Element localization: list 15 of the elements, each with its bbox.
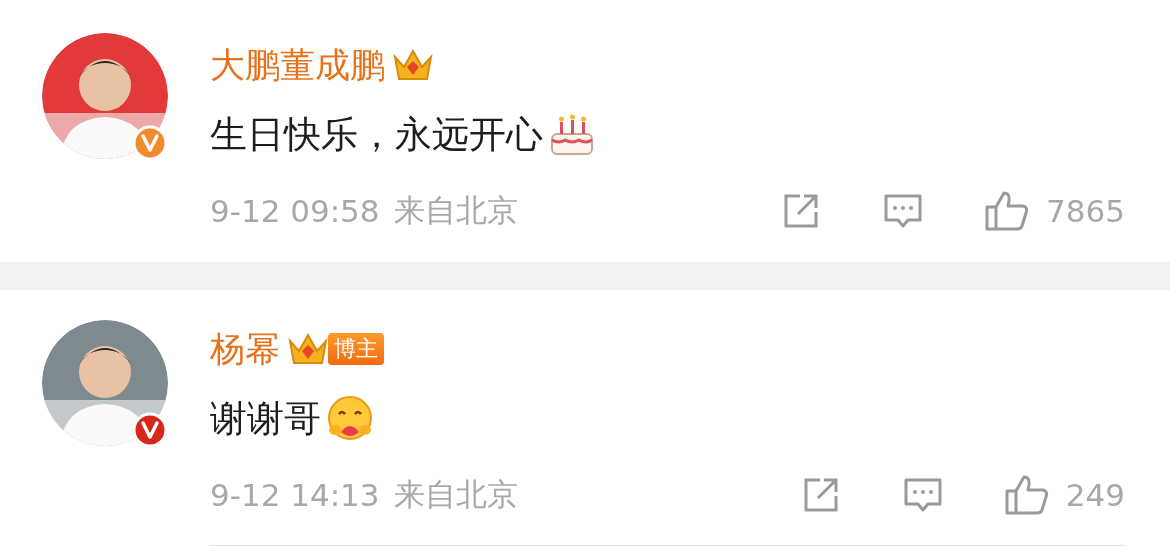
user-name[interactable]: 杨幂: [210, 328, 280, 370]
comment-time: 9-12 14:13: [210, 477, 380, 513]
verified-badge-icon: [132, 125, 168, 161]
comment-time: 9-12 09:58: [210, 193, 380, 229]
like-icon[interactable]: [984, 189, 1031, 233]
comment-text: 谢谢哥: [210, 396, 321, 442]
like-icon[interactable]: [1003, 473, 1050, 517]
comment-location: 来自北京: [393, 475, 518, 514]
like-count: 7865: [1046, 193, 1125, 229]
comment-location: 来自北京: [393, 191, 518, 230]
comment-text: 生日快乐，永远开心: [210, 112, 543, 158]
blogger-badge: 博主: [328, 333, 384, 365]
user-name[interactable]: 大鹏董成鹏: [210, 44, 385, 86]
like-count: 249: [1065, 477, 1125, 513]
verified-badge-icon: [132, 412, 168, 448]
